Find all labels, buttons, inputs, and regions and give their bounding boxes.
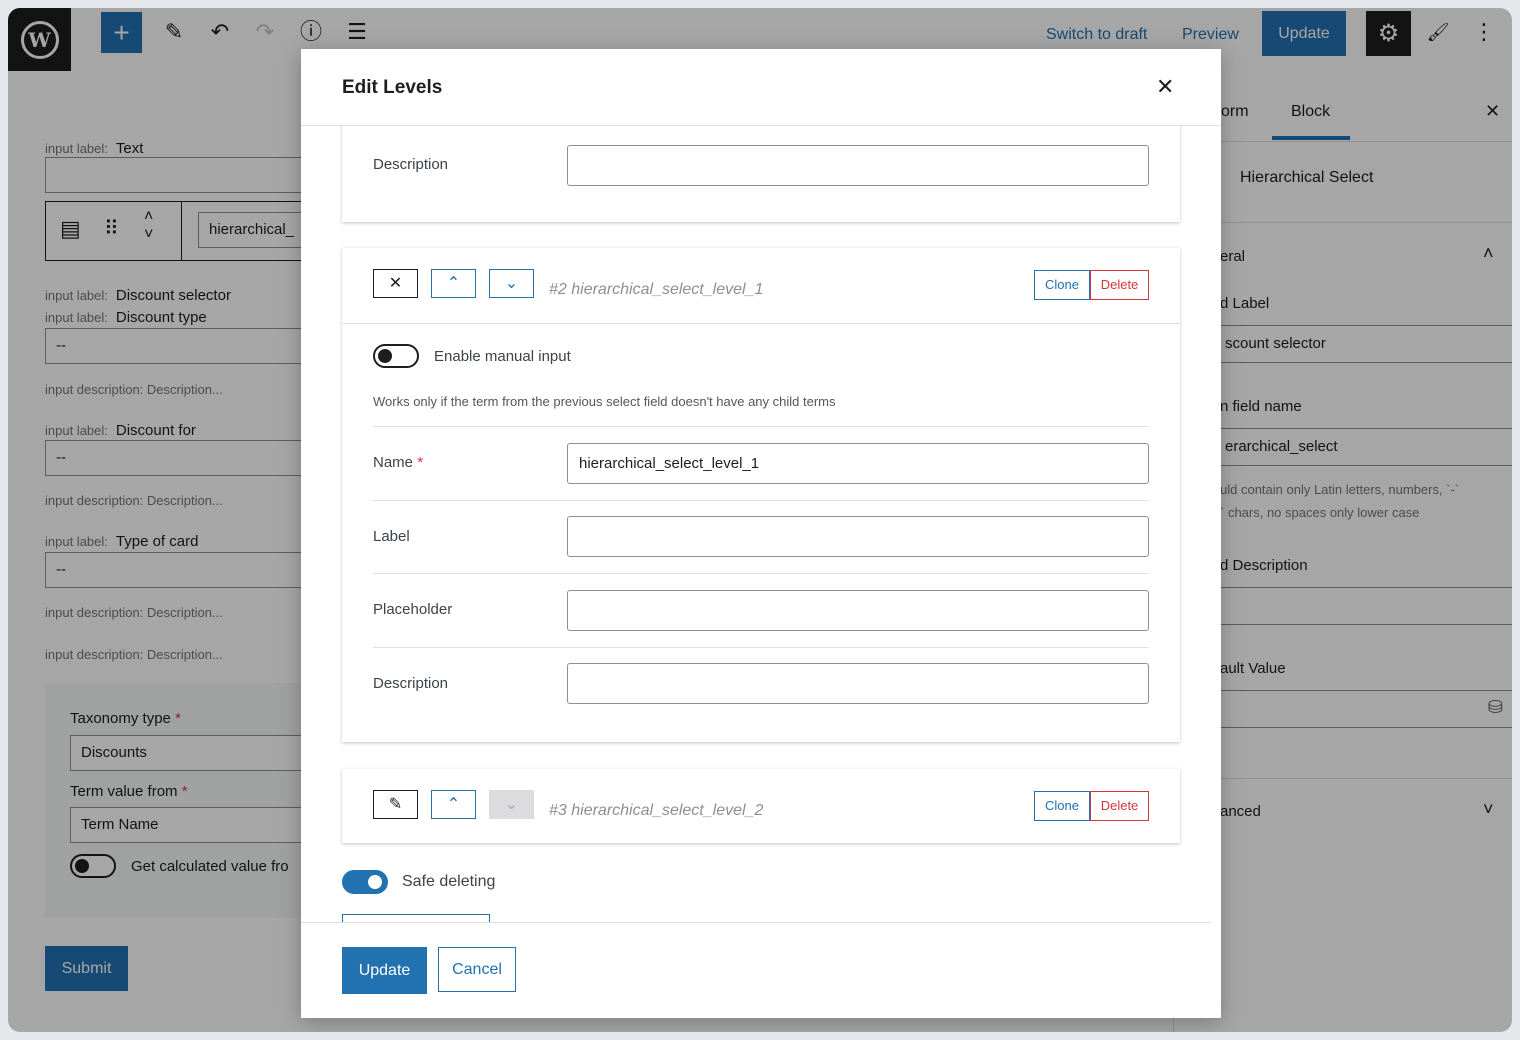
modal-header: Edit Levels ✕ (301, 49, 1221, 126)
manual-input-help: Works only if the term from the previous… (373, 394, 836, 409)
move-down-button[interactable]: ⌄ (489, 269, 534, 298)
divider (373, 500, 1149, 501)
edit-levels-modal: Edit Levels ✕ Description ✕ ⌃ ⌄ #2 hiera… (301, 49, 1221, 1018)
name-label: Name * (373, 454, 424, 471)
name-input[interactable]: hierarchical_select_level_1 (567, 443, 1149, 484)
delete-button[interactable]: Delete (1090, 791, 1149, 821)
safe-deleting-label: Safe deleting (402, 873, 496, 890)
modal-title: Edit Levels (342, 77, 443, 98)
label-input[interactable] (567, 516, 1149, 557)
clone-delete-group: Clone Delete (1034, 791, 1149, 821)
update-button[interactable]: Update (342, 947, 427, 994)
level-title: #2 hierarchical_select_level_1 (549, 281, 764, 298)
clone-delete-group: Clone Delete (1034, 270, 1149, 300)
add-level-button[interactable] (342, 914, 490, 922)
manual-input-toggle[interactable] (373, 344, 419, 368)
description-label: Description (373, 675, 449, 692)
safe-deleting-toggle[interactable] (342, 870, 388, 894)
level-2-description-input[interactable] (567, 663, 1149, 704)
delete-button[interactable]: Delete (1090, 270, 1149, 300)
close-icon[interactable]: ✕ (1156, 74, 1174, 100)
divider (373, 426, 1149, 427)
editor-window: W + ✎ ↶ ↷ ⓘ ☰ Switch to draft Preview Up… (8, 8, 1512, 1032)
edit-level-button[interactable]: ✎ (373, 790, 418, 819)
level-card-2: ✕ ⌃ ⌄ #2 hierarchical_select_level_1 Clo… (342, 248, 1180, 742)
description-label: Description (373, 156, 449, 173)
collapse-level-button[interactable]: ✕ (373, 269, 418, 298)
move-up-button[interactable]: ⌃ (431, 790, 476, 819)
move-up-button[interactable]: ⌃ (431, 269, 476, 298)
clone-button[interactable]: Clone (1034, 270, 1090, 300)
level-title: #3 hierarchical_select_level_2 (549, 802, 764, 819)
manual-input-label: Enable manual input (434, 348, 571, 365)
move-down-button[interactable]: ⌄ (489, 790, 534, 819)
placeholder-input[interactable] (567, 590, 1149, 631)
modal-footer: Update Cancel (301, 922, 1211, 1019)
level-card-3: ✎ ⌃ ⌄ #3 hierarchical_select_level_2 Clo… (342, 769, 1180, 843)
divider (373, 647, 1149, 648)
clone-button[interactable]: Clone (1034, 791, 1090, 821)
label-label: Label (373, 528, 410, 545)
cancel-button[interactable]: Cancel (438, 947, 516, 992)
divider (342, 323, 1180, 324)
modal-body: Description ✕ ⌃ ⌄ #2 hierarchical_select… (301, 126, 1221, 922)
level-1-description-input[interactable] (567, 145, 1149, 186)
placeholder-label: Placeholder (373, 601, 453, 618)
level-card-1: Description (342, 126, 1180, 222)
divider (373, 573, 1149, 574)
